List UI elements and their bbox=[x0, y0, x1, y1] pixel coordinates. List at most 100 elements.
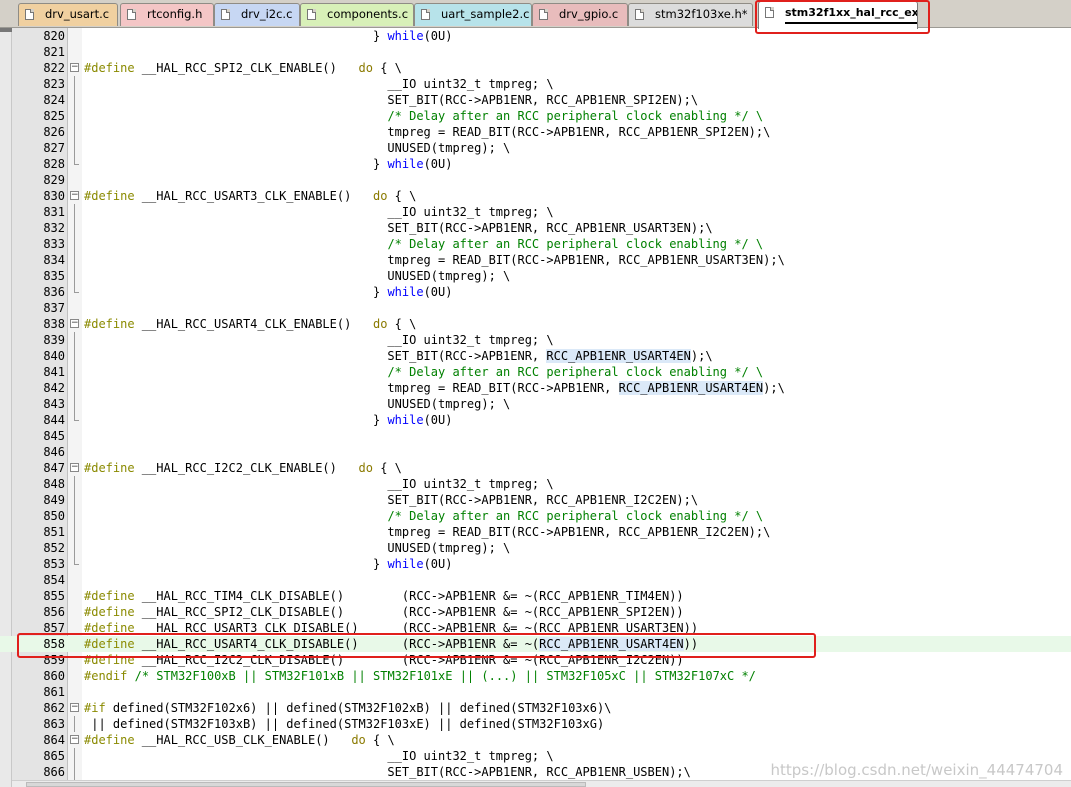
code-line[interactable]: 834 tmpreg = READ_BIT(RCC->APB1ENR, RCC_… bbox=[0, 252, 1071, 268]
tab-6[interactable]: stm32f103xe.h* bbox=[628, 3, 753, 26]
line-number: 849 bbox=[43, 493, 65, 507]
code-line[interactable]: 850 /* Delay after an RCC peripheral clo… bbox=[0, 508, 1071, 524]
fold-toggle-icon[interactable]: − bbox=[70, 319, 79, 328]
code-line[interactable]: 830− #define __HAL_RCC_USART3_CLK_ENABLE(… bbox=[0, 188, 1071, 204]
code-line[interactable]: 838− #define __HAL_RCC_USART4_CLK_ENABLE(… bbox=[0, 316, 1071, 332]
line-number: 837 bbox=[43, 301, 65, 315]
code-line[interactable]: 839 __IO uint32_t tmpreg; \ bbox=[0, 332, 1071, 348]
line-number: 827 bbox=[43, 141, 65, 155]
tab-5[interactable]: drv_gpio.c bbox=[532, 3, 628, 26]
code-line[interactable]: 829 bbox=[0, 172, 1071, 188]
line-number: 823 bbox=[43, 77, 65, 91]
line-number: 834 bbox=[43, 253, 65, 267]
code-line[interactable]: 822− #define __HAL_RCC_SPI2_CLK_ENABLE() … bbox=[0, 60, 1071, 76]
fold-guide bbox=[74, 396, 75, 412]
code-line[interactable]: 856 #define __HAL_RCC_SPI2_CLK_DISABLE() … bbox=[0, 604, 1071, 620]
line-number: 820 bbox=[43, 29, 65, 43]
code-token: || defined(STM32F103xB) || defined(STM32… bbox=[84, 717, 605, 731]
fold-guide bbox=[74, 268, 75, 284]
code-token: while bbox=[387, 557, 424, 571]
code-line[interactable]: 835 UNUSED(tmpreg); \ bbox=[0, 268, 1071, 284]
code-line[interactable]: 851 tmpreg = READ_BIT(RCC->APB1ENR, RCC_… bbox=[0, 524, 1071, 540]
code-line[interactable]: 841 /* Delay after an RCC peripheral clo… bbox=[0, 364, 1071, 380]
fold-toggle-icon[interactable]: − bbox=[70, 703, 79, 712]
code-token: __IO uint32_t tmpreg; \ bbox=[84, 333, 554, 347]
code-token: __IO uint32_t tmpreg; \ bbox=[84, 477, 554, 491]
fold-toggle-icon[interactable]: − bbox=[70, 735, 79, 744]
fold-guide bbox=[74, 508, 75, 524]
code-token: SET_BIT(RCC->APB1ENR, RCC_APB1ENR_SPI2EN… bbox=[84, 93, 699, 107]
code-line[interactable]: 864− #define __HAL_RCC_USB_CLK_ENABLE() d… bbox=[0, 732, 1071, 748]
scrollbar-thumb[interactable] bbox=[26, 782, 586, 787]
code-line[interactable]: 836 } while(0U) bbox=[0, 284, 1071, 300]
code-text: /* Delay after an RCC peripheral clock e… bbox=[84, 364, 763, 380]
fold-toggle-icon[interactable]: − bbox=[70, 63, 79, 72]
code-line[interactable]: 860 #endif /* STM32F100xB || STM32F101xB … bbox=[0, 668, 1071, 684]
code-line[interactable]: 832 SET_BIT(RCC->APB1ENR, RCC_APB1ENR_US… bbox=[0, 220, 1071, 236]
code-token: } bbox=[84, 29, 388, 43]
tab-2[interactable]: drv_i2c.c bbox=[214, 3, 300, 26]
code-line[interactable]: 861 bbox=[0, 684, 1071, 700]
fold-guide bbox=[74, 124, 75, 140]
code-line[interactable]: 843 UNUSED(tmpreg); \ bbox=[0, 396, 1071, 412]
code-token: { \ bbox=[373, 61, 402, 75]
code-line[interactable]: 821 bbox=[0, 44, 1071, 60]
code-line[interactable]: 842 tmpreg = READ_BIT(RCC->APB1ENR, RCC_… bbox=[0, 380, 1071, 396]
code-line[interactable]: 862− #if defined(STM32F102x6) || defined(… bbox=[0, 700, 1071, 716]
fold-toggle-icon[interactable]: − bbox=[70, 463, 79, 472]
tab-label: rtconfig.h bbox=[147, 7, 203, 21]
code-line[interactable]: 844 } while(0U) bbox=[0, 412, 1071, 428]
fold-guide bbox=[74, 236, 75, 252]
code-line[interactable]: 853 } while(0U) bbox=[0, 556, 1071, 572]
line-number: 844 bbox=[43, 413, 65, 427]
tab-0[interactable]: drv_usart.c bbox=[18, 3, 118, 26]
code-line[interactable]: 837 bbox=[0, 300, 1071, 316]
code-line[interactable]: 863 || defined(STM32F103xB) || defined(S… bbox=[0, 716, 1071, 732]
fold-guide bbox=[74, 348, 75, 364]
line-number: 821 bbox=[43, 45, 65, 59]
code-line[interactable]: 848 __IO uint32_t tmpreg; \ bbox=[0, 476, 1071, 492]
code-line[interactable]: 827 UNUSED(tmpreg); \ bbox=[0, 140, 1071, 156]
line-number: 836 bbox=[43, 285, 65, 299]
annotation-highlight-line-858 bbox=[17, 633, 816, 658]
line-number: 822 bbox=[43, 61, 65, 75]
code-line[interactable]: 852 UNUSED(tmpreg); \ bbox=[0, 540, 1071, 556]
code-token: UNUSED(tmpreg); \ bbox=[84, 269, 511, 283]
line-number: 835 bbox=[43, 269, 65, 283]
code-token: #define bbox=[84, 189, 135, 203]
code-line[interactable]: 826 tmpreg = READ_BIT(RCC->APB1ENR, RCC_… bbox=[0, 124, 1071, 140]
code-line[interactable]: 855 #define __HAL_RCC_TIM4_CLK_DISABLE() … bbox=[0, 588, 1071, 604]
code-token: } bbox=[84, 413, 388, 427]
line-number: 842 bbox=[43, 381, 65, 395]
code-token: /* Delay after an RCC peripheral clock e… bbox=[387, 237, 764, 251]
code-line[interactable]: 854 bbox=[0, 572, 1071, 588]
code-line[interactable]: 825 /* Delay after an RCC peripheral clo… bbox=[0, 108, 1071, 124]
code-line[interactable]: 845 bbox=[0, 428, 1071, 444]
code-text: #define __HAL_RCC_I2C2_CLK_ENABLE() do {… bbox=[84, 460, 402, 476]
code-token: do bbox=[373, 317, 388, 331]
tab-1[interactable]: rtconfig.h bbox=[120, 3, 214, 26]
code-token: do bbox=[351, 733, 366, 747]
code-line[interactable]: 833 /* Delay after an RCC peripheral clo… bbox=[0, 236, 1071, 252]
code-text: tmpreg = READ_BIT(RCC->APB1ENR, RCC_APB1… bbox=[84, 524, 770, 540]
code-line[interactable]: 823 __IO uint32_t tmpreg; \ bbox=[0, 76, 1071, 92]
code-line[interactable]: 846 bbox=[0, 444, 1071, 460]
tab-3[interactable]: components.c bbox=[300, 3, 414, 26]
code-text: __IO uint32_t tmpreg; \ bbox=[84, 748, 554, 764]
horizontal-scrollbar[interactable] bbox=[12, 780, 1071, 787]
line-number: 856 bbox=[43, 605, 65, 619]
code-text: #if defined(STM32F102x6) || defined(STM3… bbox=[84, 700, 611, 716]
fold-toggle-icon[interactable]: − bbox=[70, 191, 79, 200]
code-line[interactable]: 840 SET_BIT(RCC->APB1ENR, RCC_APB1ENR_US… bbox=[0, 348, 1071, 364]
code-line[interactable]: 847− #define __HAL_RCC_I2C2_CLK_ENABLE() … bbox=[0, 460, 1071, 476]
code-text: UNUSED(tmpreg); \ bbox=[84, 396, 510, 412]
tab-4[interactable]: uart_sample2.c bbox=[414, 3, 532, 26]
code-line[interactable]: 824 SET_BIT(RCC->APB1ENR, RCC_APB1ENR_SP… bbox=[0, 92, 1071, 108]
code-line[interactable]: 828 } while(0U) bbox=[0, 156, 1071, 172]
code-token: __IO uint32_t tmpreg; \ bbox=[84, 749, 554, 763]
code-line[interactable]: 831 __IO uint32_t tmpreg; \ bbox=[0, 204, 1071, 220]
code-line[interactable]: 849 SET_BIT(RCC->APB1ENR, RCC_APB1ENR_I2… bbox=[0, 492, 1071, 508]
tab-label: drv_i2c.c bbox=[241, 7, 293, 21]
